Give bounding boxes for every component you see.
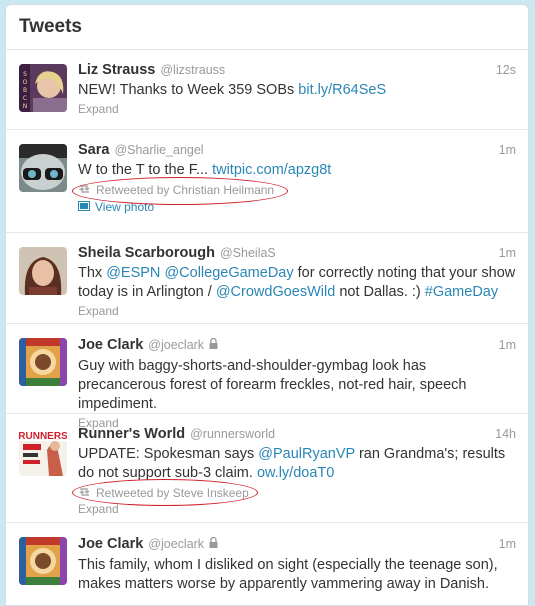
tweet-text-content: Thx <box>78 265 107 281</box>
lock-icon <box>209 336 218 354</box>
expand-link[interactable]: Expand <box>78 502 516 516</box>
svg-text:S: S <box>23 71 27 78</box>
avatar[interactable] <box>19 537 67 585</box>
tweet-author-handle[interactable]: @lizstrauss <box>160 63 225 77</box>
tweet-text-content: UPDATE: Spokesman says <box>78 446 259 462</box>
tweet-author-name[interactable]: Liz Strauss <box>78 62 155 78</box>
tweet-text-content: NEW! Thanks to Week 359 SOBs <box>78 82 299 98</box>
page-title: Tweets <box>19 16 83 37</box>
retweet-icon <box>78 183 91 197</box>
tweet-author-name[interactable]: Joe Clark <box>78 536 143 552</box>
tweet-item[interactable]: RUNNERS Runner's World @runnersworld 14h… <box>6 414 528 523</box>
svg-text:O: O <box>23 79 28 86</box>
tweet-item[interactable]: Joe Clark @joeclark 1m This family, whom… <box>6 523 528 605</box>
tweet-text: Guy with baggy-shorts-and-shoulder-gymba… <box>78 358 467 412</box>
svg-text:C: C <box>23 95 27 102</box>
tweet-author-name[interactable]: Sheila Scarborough <box>78 245 215 261</box>
view-photo-label[interactable]: View photo <box>95 200 154 214</box>
retweet-info: Retweeted by Steve Inskeep <box>78 486 516 500</box>
hashtag-link[interactable]: #GameDay <box>425 284 498 300</box>
tweet-author-name[interactable]: Joe Clark <box>78 337 143 353</box>
retweeted-by-label[interactable]: Retweeted by Steve Inskeep <box>96 486 249 500</box>
tweet-author-handle[interactable]: @SheilaS <box>220 246 276 260</box>
tweet-timestamp[interactable]: 1m <box>499 537 516 551</box>
tweet-author-handle[interactable]: @joeclark <box>148 537 204 551</box>
avatar[interactable]: S O B C N <box>19 64 67 112</box>
svg-text:B: B <box>23 87 27 94</box>
tweet-text: W to the T to the F... twitpic.com/apzg8… <box>78 161 516 180</box>
lock-icon <box>209 535 218 553</box>
mention-link[interactable]: @PaulRyanVP <box>258 446 355 462</box>
tweet-author-name[interactable]: Sara <box>78 142 109 158</box>
tweet-timestamp[interactable]: 12s <box>496 63 516 77</box>
svg-text:N: N <box>23 103 28 110</box>
tweet-timestamp[interactable]: 1m <box>499 143 516 157</box>
tweets-panel: Tweets S O B C N Liz Strauss @lizstrauss… <box>5 4 529 606</box>
avatar[interactable] <box>19 247 67 295</box>
tweet-author-name[interactable]: Runner's World <box>78 426 185 442</box>
avatar[interactable] <box>19 144 67 192</box>
tweet-item[interactable]: S O B C N Liz Strauss @lizstrauss 12s NE… <box>6 50 528 130</box>
tweet-author-handle[interactable]: @runnersworld <box>190 427 275 441</box>
retweeted-by-label[interactable]: Retweeted by Christian Heilmann <box>96 183 274 197</box>
avatar-logo-text: RUNNERS <box>19 431 67 442</box>
tweet-text: This family, whom I disliked on sight (e… <box>78 557 498 592</box>
tweet-item[interactable]: Sheila Scarborough @SheilaS 1m Thx @ESPN… <box>6 233 528 324</box>
tweet-author-handle[interactable]: @joeclark <box>148 338 204 352</box>
avatar[interactable]: RUNNERS <box>19 428 67 476</box>
mention-link[interactable]: @ESPN <box>106 265 160 281</box>
tweet-timestamp[interactable]: 1m <box>499 338 516 352</box>
tweet-item[interactable]: Sara @Sharlie_angel 1m W to the T to the… <box>6 130 528 233</box>
tweet-link[interactable]: ow.ly/doaT0 <box>257 465 334 481</box>
tweet-link[interactable]: twitpic.com/apzg8t <box>212 162 331 178</box>
tweet-item[interactable]: Joe Clark @joeclark 1m Guy with baggy-sh… <box>6 324 528 430</box>
avatar[interactable] <box>19 338 67 386</box>
expand-link[interactable]: Expand <box>78 304 516 318</box>
retweet-icon <box>78 486 91 500</box>
mention-link[interactable]: @CollegeGameDay <box>164 265 293 281</box>
retweet-info: Retweeted by Christian Heilmann <box>78 183 516 197</box>
tweet-text-content: not Dallas. :) <box>335 284 425 300</box>
photo-icon <box>78 200 90 214</box>
tweet-text-content: W to the T to the F... <box>78 162 213 178</box>
tweet-text: UPDATE: Spokesman says @PaulRyanVP ran G… <box>78 445 516 483</box>
tweet-author-handle[interactable]: @Sharlie_angel <box>114 143 203 157</box>
tweet-text: Thx @ESPN @CollegeGameDay for correctly … <box>78 264 516 302</box>
tweet-timestamp[interactable]: 14h <box>495 427 516 441</box>
panel-header: Tweets <box>6 5 528 50</box>
expand-link[interactable]: Expand <box>78 102 516 116</box>
mention-link[interactable]: @CrowdGoesWild <box>216 284 335 300</box>
tweet-timestamp[interactable]: 1m <box>499 246 516 260</box>
tweet-link[interactable]: bit.ly/R64SeS <box>298 82 386 98</box>
tweet-text: NEW! Thanks to Week 359 SOBs bit.ly/R64S… <box>78 81 516 100</box>
view-photo-link[interactable]: View photo <box>78 200 516 214</box>
